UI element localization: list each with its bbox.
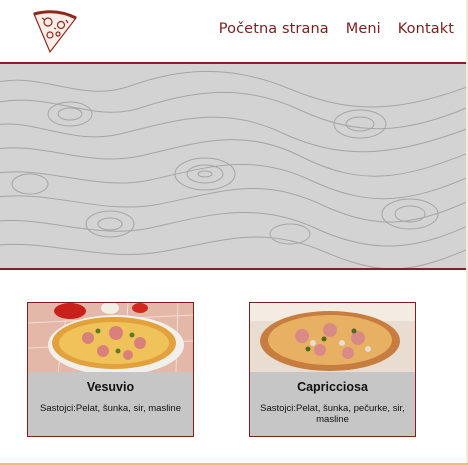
menu-card-vesuvio[interactable]: Vesuvio Sastojci:Pelat, šunka, sir, masl… bbox=[27, 302, 194, 437]
topographic-pattern bbox=[0, 64, 468, 268]
menu-item-ingredients: Sastojci:Pelat, šunka, sir, masline bbox=[40, 403, 181, 414]
site-header: Početna strana Meni Kontakt bbox=[0, 0, 468, 62]
pizza-slice-icon[interactable] bbox=[28, 6, 80, 56]
menu-card-capricciosa[interactable]: Capricciosa Sastojci:Pelat, šunka, pečur… bbox=[249, 302, 416, 437]
nav-home-link[interactable]: Početna strana bbox=[219, 21, 329, 37]
menu-item-ingredients: Sastojci:Pelat, šunka, pečurke, sir, mas… bbox=[260, 403, 405, 425]
nav-contact-link[interactable]: Kontakt bbox=[398, 21, 454, 37]
nav-menu-link[interactable]: Meni bbox=[346, 21, 381, 37]
hero-banner bbox=[0, 62, 468, 270]
menu-item-name: Vesuvio bbox=[86, 380, 135, 394]
pizza-photo bbox=[250, 303, 415, 372]
menu-item-name: Capricciosa bbox=[297, 380, 368, 394]
main-nav: Početna strana Meni Kontakt bbox=[219, 21, 454, 37]
pizza-photo bbox=[28, 303, 193, 372]
